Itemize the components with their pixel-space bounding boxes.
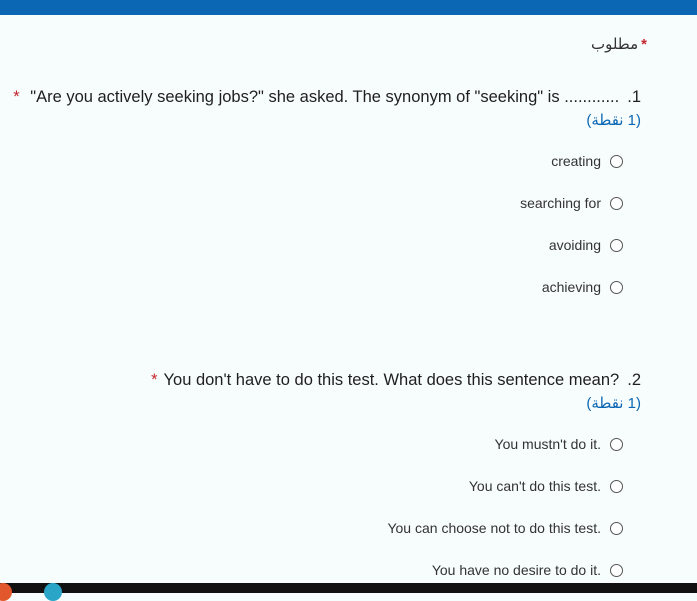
radio-button[interactable]: [610, 437, 623, 451]
option-you-can-choose-not-to[interactable]: .You can choose not to do this test: [387, 507, 623, 549]
option-creating[interactable]: creating: [520, 140, 623, 182]
question-2: 2. ?You don't have to do this test. What …: [151, 371, 641, 412]
option-avoiding[interactable]: avoiding: [520, 224, 623, 266]
radio-button[interactable]: [610, 479, 623, 493]
question-2-title: 2. ?You don't have to do this test. What …: [151, 371, 641, 390]
radio-button[interactable]: [610, 238, 623, 252]
question-1-title: 1. ............ Are you actively seeking …: [13, 88, 641, 107]
app-icon[interactable]: [0, 583, 12, 601]
radio-button[interactable]: [610, 196, 623, 210]
radio-button[interactable]: [610, 563, 623, 577]
option-label: achieving: [541, 279, 601, 295]
question-1-text: ............ Are you actively seeking jo…: [25, 88, 620, 106]
option-label: .You have no desire to do it: [431, 562, 601, 578]
taskbar-strip: [0, 583, 697, 601]
option-you-mustnt-do-it[interactable]: .You mustn't do it: [387, 423, 623, 465]
question-1-options: creating searching for avoiding achievin…: [520, 140, 623, 308]
option-label: searching for: [520, 195, 601, 211]
option-searching-for[interactable]: searching for: [520, 182, 623, 224]
question-2-required-star: *: [151, 371, 158, 389]
question-2-text: ?You don't have to do this test. What do…: [163, 371, 620, 389]
option-label: .You can choose not to do this test: [387, 520, 601, 536]
question-2-options: .You mustn't do it .You can't do this te…: [387, 423, 623, 591]
question-1: 1. ............ Are you actively seeking …: [13, 88, 641, 129]
radio-button[interactable]: [610, 154, 623, 168]
question-1-required-star: *: [13, 88, 20, 106]
option-label: .You can't do this test: [468, 478, 601, 494]
option-achieving[interactable]: achieving: [520, 266, 623, 308]
option-label: avoiding: [548, 237, 601, 253]
question-1-points: (1 نقطة): [586, 112, 641, 129]
option-label: .You mustn't do it: [494, 436, 601, 452]
question-2-number: 2.: [627, 371, 641, 389]
top-header-bar: [0, 0, 697, 15]
option-label: creating: [551, 153, 601, 169]
required-legend: *مطلوب: [591, 35, 647, 53]
required-star-icon: *: [641, 36, 647, 53]
radio-button[interactable]: [610, 280, 623, 294]
question-2-points: (1 نقطة): [586, 395, 641, 412]
question-1-number: 1.: [627, 88, 641, 106]
required-legend-label: مطلوب: [590, 36, 639, 53]
option-you-cant-do-this-test[interactable]: .You can't do this test: [387, 465, 623, 507]
radio-button[interactable]: [610, 521, 623, 535]
app-icon[interactable]: [44, 583, 62, 601]
